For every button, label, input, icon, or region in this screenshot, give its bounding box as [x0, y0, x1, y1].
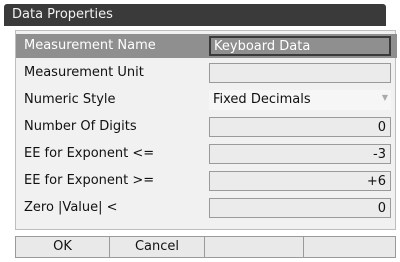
ee-exponent-ge-field[interactable]: +6: [209, 171, 391, 191]
ee-exponent-ge-value: +6: [366, 174, 386, 189]
row-ee-exponent-ge[interactable]: EE for Exponent >= +6: [16, 169, 397, 193]
numeric-style-label: Numeric Style: [24, 92, 116, 107]
zero-value-label: Zero |Value| <: [24, 200, 118, 215]
softkey-4-empty[interactable]: [303, 236, 396, 258]
measurement-unit-label: Measurement Unit: [24, 65, 144, 80]
row-measurement-unit[interactable]: Measurement Unit: [16, 61, 397, 85]
dialog-titlebar: Data Properties: [4, 4, 386, 26]
zero-value-value: 0: [377, 201, 386, 216]
numeric-style-select[interactable]: Fixed Decimals ▼: [209, 90, 391, 110]
measurement-name-value: Keyboard Data: [214, 39, 311, 54]
numeric-style-value: Fixed Decimals: [213, 92, 311, 107]
dropdown-arrow-icon: ▼: [381, 93, 388, 102]
cancel-button[interactable]: Cancel: [109, 236, 205, 258]
ok-button[interactable]: OK: [15, 236, 110, 258]
ee-exponent-le-label: EE for Exponent <=: [24, 146, 155, 161]
ee-exponent-ge-label: EE for Exponent >=: [24, 173, 155, 188]
ee-exponent-le-value: -3: [373, 147, 386, 162]
row-zero-value[interactable]: Zero |Value| < 0: [16, 196, 397, 220]
dialog-title: Data Properties: [12, 7, 113, 22]
measurement-name-label: Measurement Name: [24, 38, 156, 53]
ee-exponent-le-field[interactable]: -3: [209, 144, 391, 164]
number-of-digits-field[interactable]: 0: [209, 117, 391, 137]
softkey-3-empty[interactable]: [204, 236, 304, 258]
number-of-digits-label: Number Of Digits: [24, 119, 137, 134]
row-ee-exponent-le[interactable]: EE for Exponent <= -3: [16, 142, 397, 166]
row-measurement-name[interactable]: Measurement Name Keyboard Data: [16, 34, 397, 58]
measurement-unit-field[interactable]: [209, 63, 391, 83]
measurement-name-field[interactable]: Keyboard Data: [209, 36, 391, 56]
data-properties-dialog: Data Properties Measurement Name Keyboar…: [0, 0, 400, 262]
row-number-of-digits[interactable]: Number Of Digits 0: [16, 115, 397, 139]
row-numeric-style[interactable]: Numeric Style Fixed Decimals ▼: [16, 88, 397, 112]
properties-panel: Measurement Name Keyboard Data Measureme…: [15, 30, 397, 230]
zero-value-field[interactable]: 0: [209, 198, 391, 218]
number-of-digits-value: 0: [377, 120, 386, 135]
softkey-bar: OK Cancel: [0, 236, 400, 262]
